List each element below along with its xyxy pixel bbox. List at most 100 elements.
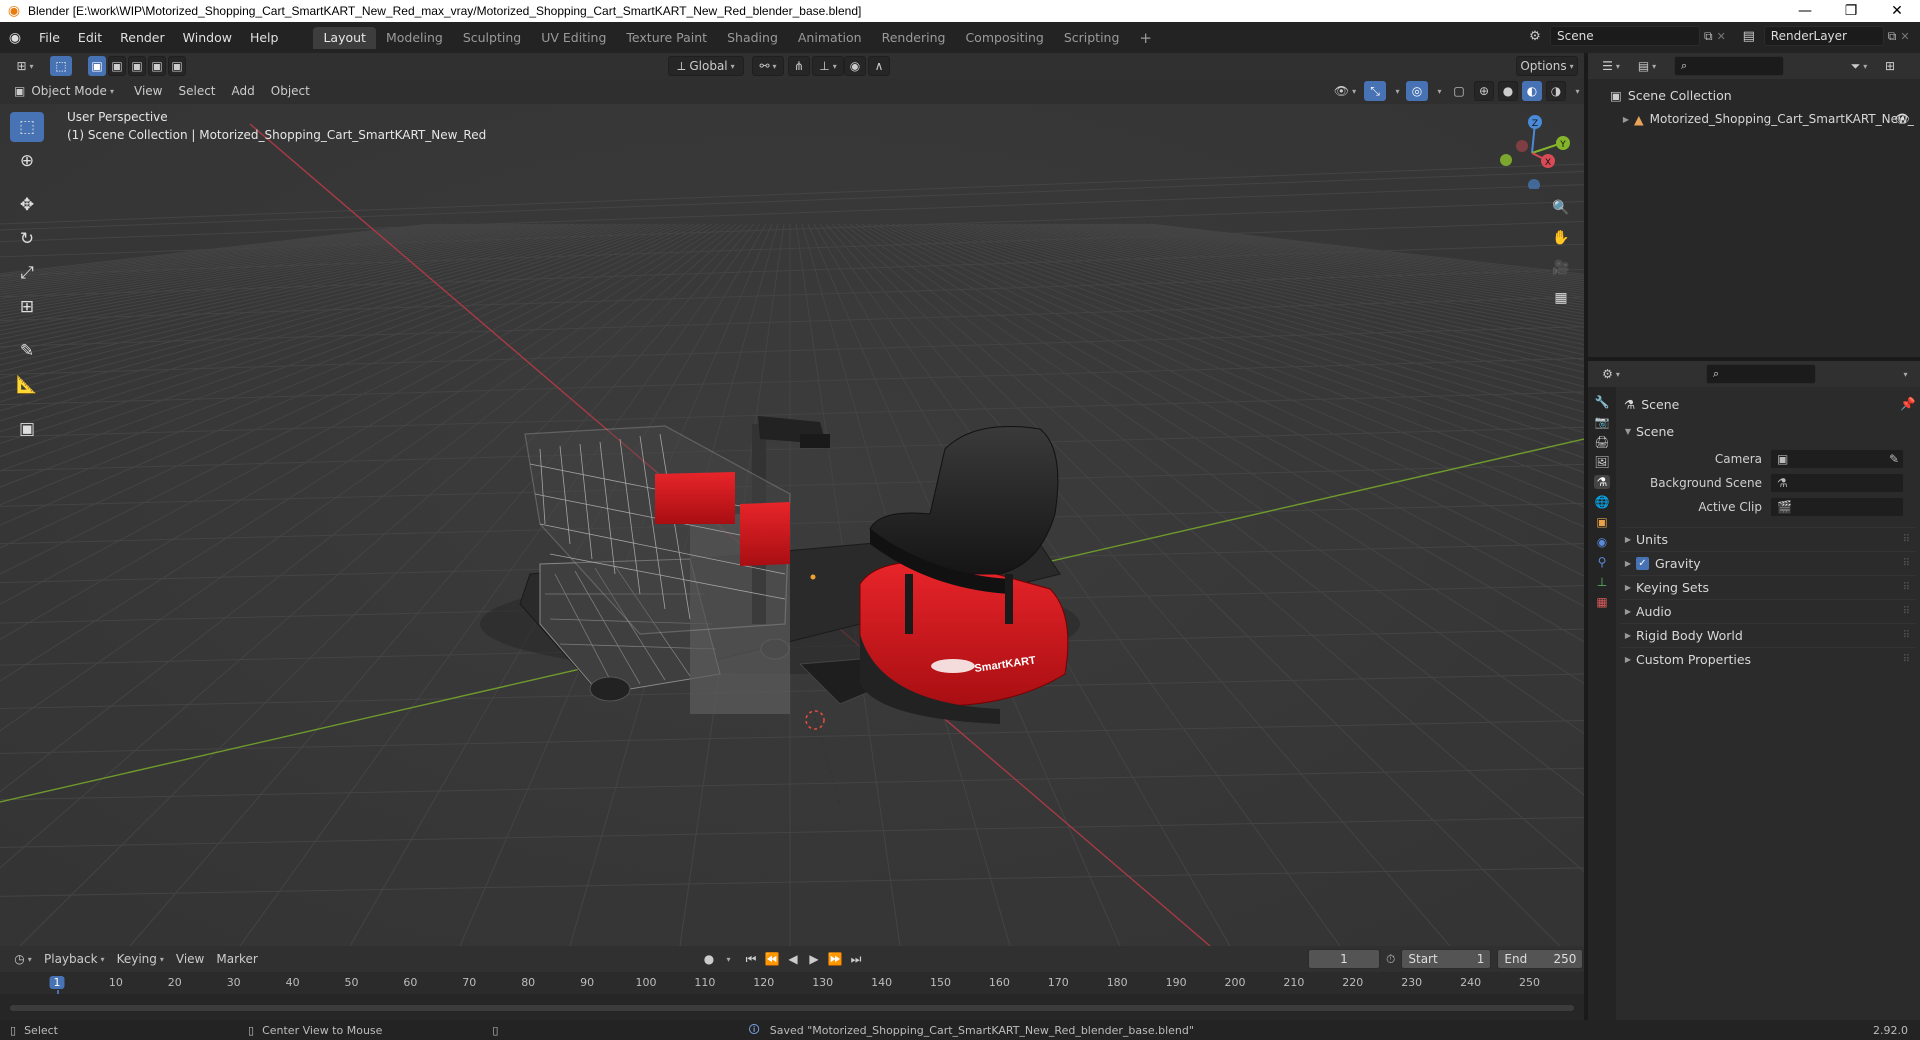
visibility-eye-icon[interactable]: 👁 bbox=[1894, 111, 1910, 127]
transform-orientation-dropdown[interactable]: ⟂ Global ▾ bbox=[668, 56, 744, 76]
properties-panel-audio[interactable]: ▶ Audio ⠿ bbox=[1620, 599, 1916, 623]
tab-shading[interactable]: Shading bbox=[717, 27, 788, 49]
active-clip-field[interactable]: 🎬 bbox=[1770, 497, 1904, 517]
drag-handle-icon[interactable]: ⠿ bbox=[1903, 630, 1910, 641]
viewport-menu-view[interactable]: View bbox=[128, 81, 168, 101]
timeline-menu-playback[interactable]: Playback ▾ bbox=[38, 949, 111, 969]
select-subtract-icon[interactable]: ▣ bbox=[128, 56, 146, 76]
gizmo-toggle-icon[interactable]: ⤡ bbox=[1364, 81, 1386, 101]
keying-dropdown-icon[interactable]: ▾ bbox=[721, 949, 733, 969]
menu-window[interactable]: Window bbox=[174, 26, 241, 50]
preview-range-icon[interactable]: ⏱ bbox=[1386, 952, 1395, 967]
panel-expand-arrow-icon[interactable]: ▶ bbox=[1620, 607, 1636, 616]
overlay-dropdown-icon[interactable]: ▾ bbox=[1432, 81, 1444, 101]
drag-handle-icon[interactable]: ⠿ bbox=[1903, 606, 1910, 617]
new-scene-icon[interactable]: ⧉ bbox=[1704, 29, 1713, 44]
view-layer-tab-icon[interactable]: 🖼 bbox=[1594, 455, 1609, 469]
viewport-menu-select[interactable]: Select bbox=[172, 81, 221, 101]
panel-expand-arrow-icon[interactable]: ▶ bbox=[1620, 631, 1636, 640]
add-workspace-button[interactable]: + bbox=[1129, 27, 1162, 49]
scene-selector[interactable]: Scene bbox=[1550, 26, 1700, 46]
play-icon[interactable]: ▶ bbox=[805, 949, 823, 969]
tab-animation[interactable]: Animation bbox=[788, 27, 872, 49]
drag-handle-icon[interactable]: ⠿ bbox=[1903, 654, 1910, 665]
cursor-tool-icon[interactable]: ⊕ bbox=[10, 146, 44, 176]
tab-scripting[interactable]: Scripting bbox=[1054, 27, 1130, 49]
filter-icon[interactable]: ⏷ ▾ bbox=[1844, 56, 1874, 76]
proportional-edit-icon[interactable]: ◉ bbox=[844, 56, 866, 76]
timeline-scrollbar[interactable] bbox=[10, 1005, 1574, 1011]
physics-tab-icon[interactable]: ◉ bbox=[1597, 535, 1607, 549]
timeline-menu-view[interactable]: View bbox=[170, 949, 210, 969]
drag-handle-icon[interactable]: ⠿ bbox=[1903, 582, 1910, 593]
panel-expand-arrow-icon[interactable]: ▶ bbox=[1620, 655, 1636, 664]
material-shading-icon[interactable]: ◐ bbox=[1522, 81, 1542, 101]
mode-dropdown[interactable]: ▣ Object Mode ▾ bbox=[10, 81, 118, 101]
select-extend-icon[interactable]: ▣ bbox=[108, 56, 126, 76]
tool-tab-icon[interactable]: 🔧 bbox=[1595, 395, 1610, 409]
jump-keyframe-forward-icon[interactable]: ⏩ bbox=[826, 949, 844, 969]
snap-target-dropdown[interactable]: ⊥ ▾ bbox=[812, 56, 844, 76]
select-new-icon[interactable]: ▣ bbox=[88, 56, 106, 76]
end-frame-field[interactable]: End 250 bbox=[1497, 949, 1584, 969]
move-tool-icon[interactable]: ✥ bbox=[10, 190, 44, 220]
tab-texture-paint[interactable]: Texture Paint bbox=[616, 27, 717, 49]
tab-sculpting[interactable]: Sculpting bbox=[453, 27, 531, 49]
pan-view-icon[interactable]: ✋ bbox=[1548, 226, 1574, 250]
3d-viewport[interactable]: SmartKART User Perspective (1) Scene Col… bbox=[0, 104, 1584, 946]
panel-expand-arrow-icon[interactable]: ▶ bbox=[1620, 583, 1636, 592]
options-dropdown[interactable]: Options ▾ bbox=[1516, 56, 1578, 76]
gravity-checkbox[interactable]: ✓ bbox=[1636, 557, 1649, 570]
select-invert-icon[interactable]: ▣ bbox=[148, 56, 166, 76]
delete-renderlayer-icon[interactable]: ✕ bbox=[1900, 30, 1909, 43]
visibility-dropdown-icon[interactable]: 👁 ▾ bbox=[1330, 81, 1360, 101]
renderlayer-selector[interactable]: RenderLayer bbox=[1763, 26, 1884, 46]
select-tool-icon[interactable]: ⬚ bbox=[50, 56, 72, 76]
constraints-tab-icon[interactable]: ⚲ bbox=[1598, 555, 1607, 569]
section-collapse-arrow-icon[interactable]: ▼ bbox=[1620, 427, 1636, 436]
scene-tab-icon[interactable]: ⚗ bbox=[1593, 475, 1611, 489]
auto-keying-icon[interactable]: ● bbox=[700, 949, 718, 969]
menu-edit[interactable]: Edit bbox=[69, 26, 111, 50]
object-tab-icon[interactable]: ▣ bbox=[1596, 515, 1607, 529]
drag-handle-icon[interactable]: ⠿ bbox=[1903, 558, 1910, 569]
render-tab-icon[interactable]: 📷 bbox=[1595, 415, 1610, 429]
properties-panel-gravity[interactable]: ▶ ✓ Gravity ⠿ bbox=[1620, 551, 1916, 575]
properties-panel-units[interactable]: ▶ Units ⠿ bbox=[1620, 527, 1916, 551]
select-box-tool-icon[interactable]: ⬚ bbox=[10, 112, 44, 142]
new-collection-icon[interactable]: ⊞ bbox=[1880, 56, 1900, 76]
snap-icon[interactable]: ⋔ bbox=[788, 56, 810, 76]
output-tab-icon[interactable]: 🖨 bbox=[1594, 435, 1609, 449]
properties-panel-custom-properties[interactable]: ▶ Custom Properties ⠿ bbox=[1620, 647, 1916, 671]
jump-keyframe-back-icon[interactable]: ⏪ bbox=[763, 949, 781, 969]
measure-tool-icon[interactable]: 📐 bbox=[10, 370, 44, 400]
tab-modeling[interactable]: Modeling bbox=[376, 27, 453, 49]
annotate-tool-icon[interactable]: ✎ bbox=[10, 336, 44, 366]
properties-search-input[interactable]: ⌕ bbox=[1706, 364, 1816, 384]
camera-view-icon[interactable]: 🎥 bbox=[1548, 256, 1574, 280]
xray-toggle-icon[interactable]: ▢ bbox=[1448, 81, 1470, 101]
camera-field[interactable]: ▣ ✎ bbox=[1770, 449, 1904, 469]
add-cube-tool-icon[interactable]: ▣ bbox=[10, 414, 44, 444]
editor-type-icon[interactable]: ⊞ ▾ bbox=[8, 56, 42, 76]
eyedropper-icon[interactable]: ✎ bbox=[1889, 452, 1899, 466]
select-intersect-icon[interactable]: ▣ bbox=[168, 56, 186, 76]
overlay-toggle-icon[interactable]: ◎ bbox=[1406, 81, 1428, 101]
drag-handle-icon[interactable]: ⠿ bbox=[1903, 534, 1910, 545]
new-renderlayer-icon[interactable]: ⧉ bbox=[1888, 29, 1897, 44]
viewport-menu-add[interactable]: Add bbox=[226, 81, 261, 101]
timeline-menu-keying[interactable]: Keying ▾ bbox=[111, 949, 170, 969]
menu-file[interactable]: File bbox=[30, 26, 69, 50]
gizmo-dropdown-icon[interactable]: ▾ bbox=[1390, 81, 1402, 101]
falloff-icon[interactable]: ∧ bbox=[868, 56, 890, 76]
world-tab-icon[interactable]: 🌐 bbox=[1595, 495, 1610, 509]
solid-shading-icon[interactable]: ● bbox=[1498, 81, 1518, 101]
outliner-item-cart[interactable]: ▶ ▲ Motorized_Shopping_Cart_SmartKART_Ne… bbox=[1610, 107, 1920, 131]
jump-end-icon[interactable]: ⏭ bbox=[847, 949, 865, 969]
menu-help[interactable]: Help bbox=[241, 26, 288, 50]
pivot-point-dropdown[interactable]: ⚯ ▾ bbox=[752, 56, 784, 76]
properties-panel-keying-sets[interactable]: ▶ Keying Sets ⠿ bbox=[1620, 575, 1916, 599]
panel-expand-arrow-icon[interactable]: ▶ bbox=[1620, 535, 1636, 544]
properties-editor-type-icon[interactable]: ⚙ ▾ bbox=[1596, 364, 1626, 384]
timeline-ruler[interactable]: 1 10 20 30 40 50 60 70 80 90 100 110 120 130 140 150 160… bbox=[0, 972, 1584, 1020]
